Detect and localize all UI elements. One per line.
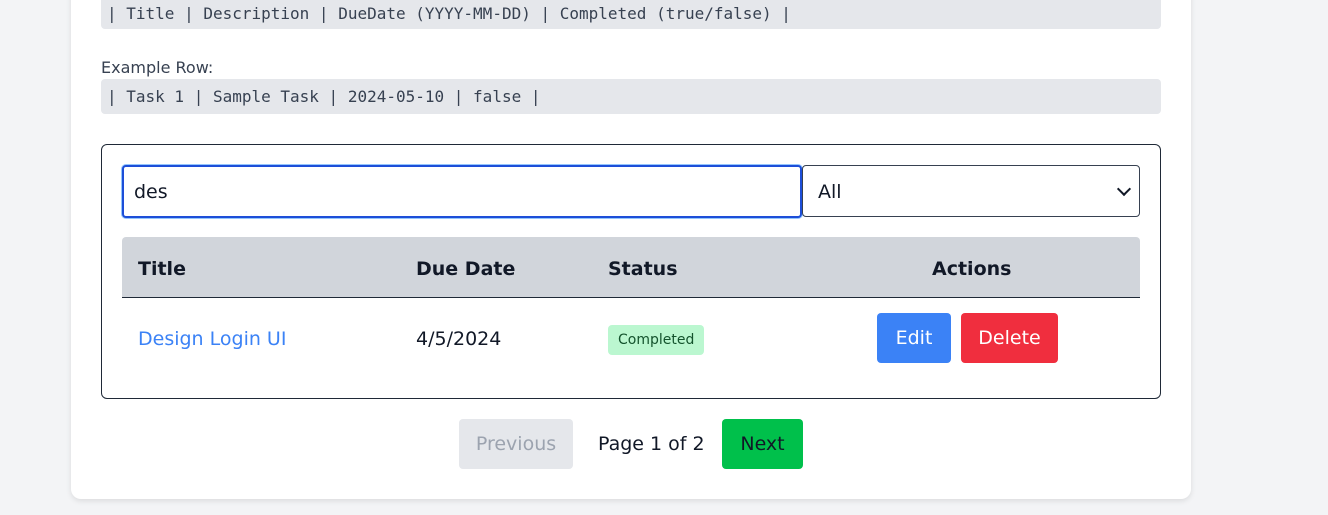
task-due-date: 4/5/2024 [416,328,502,350]
status-filter-value: All [818,181,842,203]
search-input[interactable] [122,165,802,218]
column-header-actions: Actions [932,258,1012,280]
page-indicator: Page 1 of 2 [598,433,705,455]
format-header-code: | Title | Description | DueDate (YYYY-MM… [101,0,1161,29]
next-page-button[interactable]: Next [722,419,803,469]
table-header: Title Due Date Status Actions [122,237,1140,298]
column-header-status: Status [608,258,678,280]
column-header-due-date: Due Date [416,258,516,280]
task-table-panel: All Title Due Date Status Actions Design… [101,144,1161,399]
edit-button[interactable]: Edit [877,313,951,363]
status-badge: Completed [608,325,705,355]
example-row-code: | Task 1 | Sample Task | 2024-05-10 | fa… [101,79,1161,114]
example-row-label: Example Row: [101,58,214,77]
chevron-down-icon [1116,181,1132,197]
task-table: Title Due Date Status Actions Design Log… [122,237,1140,382]
table-row: Design Login UI 4/5/2024 Completed Edit … [122,298,1140,382]
previous-page-button[interactable]: Previous [459,419,573,469]
task-title-link[interactable]: Design Login UI [138,328,286,350]
column-header-title: Title [138,258,186,280]
delete-button[interactable]: Delete [961,313,1058,363]
status-filter-select[interactable]: All [802,165,1140,217]
